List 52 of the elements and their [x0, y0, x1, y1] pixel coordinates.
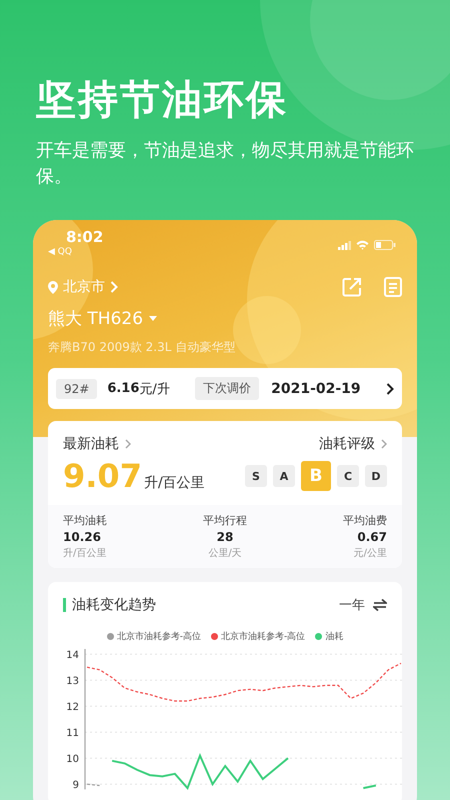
next-adjustment-date: 2021-02-19	[271, 380, 361, 396]
latest-consumption-link[interactable]: 最新油耗	[63, 435, 119, 453]
battery-icon	[374, 240, 396, 250]
status-time: 8:02	[65, 228, 104, 246]
signal-icon	[338, 240, 351, 250]
stat-label: 平均油费	[343, 513, 387, 528]
axis-tick-label: 11	[66, 728, 79, 740]
consumption-unit: 升/百公里	[144, 474, 205, 492]
wifi-icon	[356, 240, 369, 250]
stat-label: 平均行程	[203, 513, 247, 528]
document-icon[interactable]	[384, 277, 402, 297]
share-icon[interactable]	[342, 277, 362, 297]
fuel-grade-tag: 92#	[56, 378, 98, 398]
trend-title: 油耗变化趋势	[72, 596, 156, 614]
stat-unit: 升/百公里	[63, 546, 107, 560]
legend-label: 北京市油耗参考-高位	[116, 630, 201, 643]
promo-subtitle: 开车是需要，节油是追求，物尽其用就是节能环保。	[36, 139, 415, 189]
stat-value: 0.67	[357, 530, 387, 544]
promo-title: 坚持节油环保	[36, 76, 289, 125]
axis-tick-label: 14	[66, 650, 79, 662]
period-selector[interactable]: 一年	[339, 596, 365, 614]
stat-unit: 公里/天	[208, 547, 242, 560]
axis-tick-label: 12	[66, 702, 79, 714]
dropdown-caret-icon	[149, 316, 158, 321]
stat-label: 平均油耗	[63, 513, 107, 528]
swap-icon[interactable]	[373, 599, 387, 611]
axis-tick-label: 9	[72, 780, 79, 792]
fuel-price-bar[interactable]: 92# 6.16元/升 下次调价 2021-02-19	[48, 368, 402, 409]
axis-tick-label: 13	[66, 676, 79, 688]
next-adjustment-tag: 下次调价	[195, 377, 260, 400]
price-unit: 元/升	[139, 380, 170, 398]
chevron-right-icon	[110, 281, 118, 293]
legend-label: 油耗	[325, 630, 344, 643]
axis-tick-label: 10	[66, 754, 79, 766]
rating-link[interactable]: 油耗评级	[319, 435, 375, 453]
location-pin-icon	[48, 280, 58, 294]
stat-value: 28	[216, 530, 234, 544]
fuel-price: 6.16	[107, 381, 140, 396]
car-model: 奔腾B70 2009款 2.3L 自动豪华型	[48, 339, 236, 356]
rating-grade: B	[301, 461, 331, 491]
rating-grade: D	[365, 465, 387, 487]
rating-grade: A	[273, 465, 295, 487]
chevron-right-icon	[381, 439, 387, 449]
chevron-right-icon	[125, 439, 131, 449]
chevron-right-icon	[386, 382, 394, 394]
accent-bar	[63, 598, 66, 612]
consumption-value: 9.07	[63, 457, 142, 495]
rating-grade: S	[245, 465, 267, 487]
rating-grade: C	[337, 465, 359, 487]
stat-unit: 元/公里	[354, 547, 387, 560]
legend-label: 北京市油耗参考-高位	[221, 630, 306, 643]
stat-value: 10.26	[63, 530, 102, 544]
